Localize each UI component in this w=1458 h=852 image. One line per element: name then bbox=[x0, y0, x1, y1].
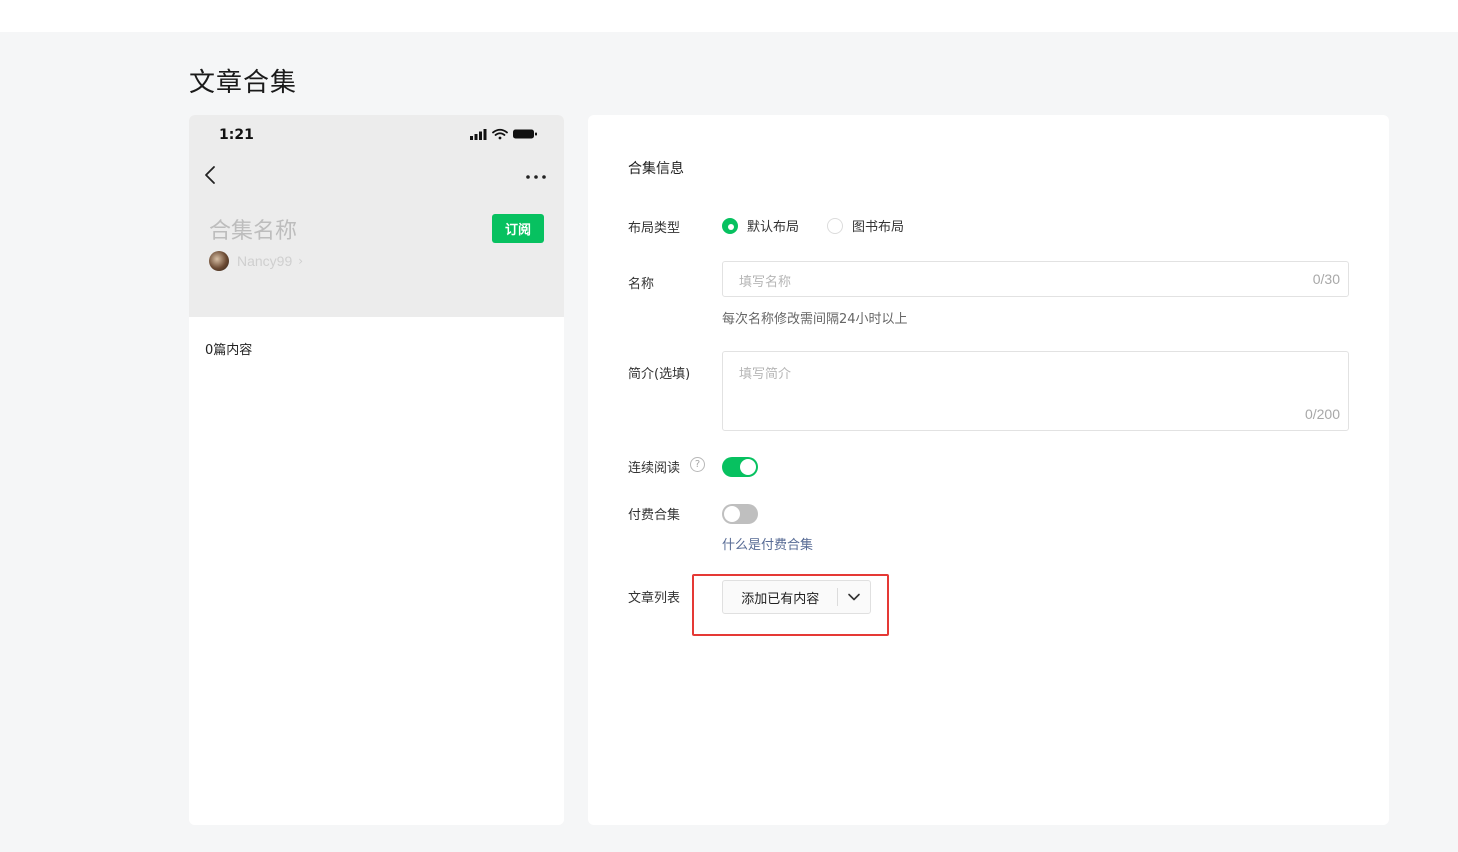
author-name: Nancy99 bbox=[237, 253, 293, 269]
name-label: 名称 bbox=[628, 277, 655, 292]
intro-placeholder: 填写简介 bbox=[739, 367, 792, 382]
article-list-label: 文章列表 bbox=[628, 591, 681, 606]
battery-icon bbox=[513, 129, 537, 139]
layout-radio-group: 默认布局 图书布局 bbox=[722, 216, 904, 235]
radio-label: 默认布局 bbox=[747, 220, 800, 235]
name-placeholder: 填写名称 bbox=[739, 275, 792, 290]
collection-name-preview: 合集名称 bbox=[209, 219, 298, 244]
radio-selected-icon bbox=[722, 217, 738, 234]
paid-collection-link[interactable]: 什么是付费合集 bbox=[722, 534, 813, 553]
wifi-icon bbox=[492, 128, 508, 140]
name-input[interactable]: 填写名称 0/30 bbox=[722, 261, 1349, 297]
add-content-label[interactable]: 添加已有内容 bbox=[723, 588, 837, 607]
page-area: 文章合集 1:21 合集名称 订阅 Nancy99 › 0篇内容 合集信息 布局… bbox=[0, 32, 1458, 852]
toggle-knob bbox=[740, 459, 756, 475]
paid-collection-toggle[interactable] bbox=[722, 504, 758, 524]
preview-header: 1:21 合集名称 订阅 Nancy99 › bbox=[189, 115, 564, 317]
radio-book-layout[interactable]: 图书布局 bbox=[827, 216, 904, 235]
continuous-reading-toggle[interactable] bbox=[722, 457, 758, 477]
status-time: 1:21 bbox=[219, 127, 254, 143]
chevron-down-icon[interactable] bbox=[838, 580, 870, 614]
help-icon[interactable]: ? bbox=[690, 457, 705, 472]
preview-body: 0篇内容 bbox=[189, 317, 564, 825]
add-content-button[interactable]: 添加已有内容 bbox=[722, 580, 871, 614]
author-row[interactable]: Nancy99 › bbox=[209, 251, 303, 271]
name-counter: 0/30 bbox=[1312, 271, 1340, 287]
phone-preview: 1:21 合集名称 订阅 Nancy99 › 0篇内容 bbox=[189, 115, 564, 825]
top-bar bbox=[0, 0, 1458, 32]
name-hint: 每次名称修改需间隔24小时以上 bbox=[722, 312, 908, 327]
intro-textarea[interactable]: 填写简介 0/200 bbox=[722, 351, 1349, 431]
toggle-knob bbox=[724, 506, 740, 522]
signal-icon bbox=[470, 129, 487, 140]
collection-form: 合集信息 布局类型 默认布局 图书布局 名称 填写名称 0/30 每次名称修改需… bbox=[588, 115, 1389, 825]
content-count: 0篇内容 bbox=[205, 343, 253, 358]
section-title: 合集信息 bbox=[628, 161, 684, 177]
continuous-reading-label: 连续阅读 bbox=[628, 461, 681, 476]
radio-label: 图书布局 bbox=[852, 220, 905, 235]
layout-type-label: 布局类型 bbox=[628, 221, 681, 236]
page-title: 文章合集 bbox=[189, 68, 298, 98]
intro-counter: 0/200 bbox=[1304, 406, 1340, 422]
intro-label: 简介(选填) bbox=[628, 367, 691, 382]
more-icon[interactable] bbox=[526, 175, 546, 179]
chevron-right-icon: › bbox=[298, 254, 304, 268]
avatar bbox=[209, 251, 229, 271]
paid-collection-label: 付费合集 bbox=[628, 508, 681, 523]
radio-unselected-icon bbox=[827, 217, 844, 234]
subscribe-button[interactable]: 订阅 bbox=[492, 214, 544, 243]
back-arrow-icon[interactable] bbox=[203, 165, 219, 185]
radio-default-layout[interactable]: 默认布局 bbox=[722, 216, 799, 235]
status-icons bbox=[470, 128, 537, 140]
